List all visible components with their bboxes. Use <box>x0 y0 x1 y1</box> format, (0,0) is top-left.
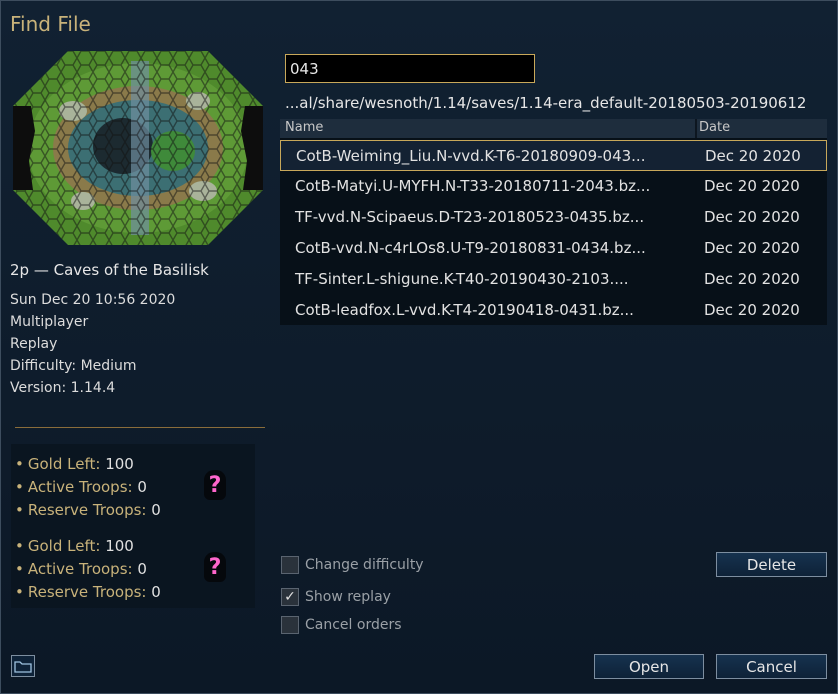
reserve-troops-value: 0 <box>151 501 161 519</box>
file-date: Dec 20 2020 <box>704 239 800 257</box>
file-name: TF-vvd.N-Scipaeus.D-T23-20180523-0435.bz… <box>295 208 645 226</box>
active-troops-value: 0 <box>137 478 147 496</box>
file-name: CotB-vvd.N-c4rLOs8.U-T9-20180831-0434.bz… <box>295 239 646 257</box>
dialog-title: Find File <box>10 12 91 36</box>
file-name: CotB-leadfox.L-vvd.K-T4-20190418-0431.bz… <box>295 301 634 319</box>
active-troops-value: 0 <box>137 560 147 578</box>
cancel-button[interactable]: Cancel <box>716 654 827 679</box>
reserve-troops-label: Reserve Troops: <box>27 583 147 601</box>
file-list-row[interactable]: CotB-vvd.N-c4rLOs8.U-T9-20180831-0434.bz… <box>280 233 827 264</box>
cancel-orders-label: Cancel orders <box>305 617 402 633</box>
divider <box>15 427 265 428</box>
gold-left-label: Gold Left: <box>27 537 101 555</box>
open-folder-button[interactable] <box>11 655 35 677</box>
checkbox-box[interactable] <box>281 556 299 574</box>
file-name: CotB-Matyi.U-MYFH.N-T33-20180711-2043.bz… <box>295 177 651 195</box>
save-info: Sun Dec 20 10:56 2020 Multiplayer Replay… <box>10 289 175 399</box>
change-difficulty-checkbox[interactable]: Change difficulty <box>281 556 424 574</box>
show-replay-checkbox[interactable]: ✓ Show replay <box>281 588 391 606</box>
file-list[interactable]: Name Date CotB-Weiming_Liu.N-vvd.K-T6-20… <box>280 119 827 325</box>
file-list-row[interactable]: CotB-Weiming_Liu.N-vvd.K-T6-20180909-043… <box>280 140 827 171</box>
checkbox-box[interactable] <box>281 616 299 634</box>
file-name: CotB-Weiming_Liu.N-vvd.K-T6-20180909-043… <box>296 147 646 165</box>
list-header: Name Date <box>280 119 827 138</box>
checkmark-icon[interactable]: ✓ <box>281 588 299 606</box>
file-date: Dec 20 2020 <box>704 301 800 319</box>
cancel-orders-checkbox[interactable]: Cancel orders <box>281 616 402 634</box>
find-file-dialog: Find File 2p — Caves of the Basilisk Sun… <box>0 0 838 694</box>
gold-left-label: Gold Left: <box>27 455 101 473</box>
filter-input[interactable] <box>285 54 535 83</box>
file-date: Dec 20 2020 <box>705 147 801 165</box>
file-date: Dec 20 2020 <box>704 208 800 226</box>
file-list-row[interactable]: TF-Sinter.L-shigune.K-T40-20190430-2103.… <box>280 264 827 295</box>
save-date: Sun Dec 20 10:56 2020 <box>10 292 176 308</box>
active-troops-label: Active Troops: <box>27 560 133 578</box>
file-list-row[interactable]: CotB-Matyi.U-MYFH.N-T33-20180711-2043.bz… <box>280 171 827 202</box>
delete-button[interactable]: Delete <box>716 552 827 577</box>
save-difficulty: Difficulty: Medium <box>10 358 137 374</box>
file-date: Dec 20 2020 <box>704 177 800 195</box>
save-version: Version: 1.14.4 <box>10 380 116 396</box>
save-mode: Multiplayer <box>10 314 89 330</box>
file-list-row[interactable]: TF-vvd.N-Scipaeus.D-T23-20180523-0435.bz… <box>280 202 827 233</box>
gold-left-value: 100 <box>105 455 134 473</box>
active-troops-label: Active Troops: <box>27 478 133 496</box>
file-list-row[interactable]: CotB-leadfox.L-vvd.K-T4-20190418-0431.bz… <box>280 295 827 326</box>
side-2: • Gold Left: 100 • Active Troops: 0 • Reser… <box>15 537 161 601</box>
scenario-name: 2p — Caves of the Basilisk <box>10 261 209 279</box>
column-header-name[interactable]: Name <box>285 120 323 135</box>
file-date: Dec 20 2020 <box>704 270 800 288</box>
save-type: Replay <box>10 336 58 352</box>
unknown-leader-icon: ? <box>201 550 229 584</box>
reserve-troops-label: Reserve Troops: <box>27 501 147 519</box>
change-difficulty-label: Change difficulty <box>305 557 424 573</box>
reserve-troops-value: 0 <box>151 583 161 601</box>
gold-left-value: 100 <box>105 537 134 555</box>
column-header-date[interactable]: Date <box>699 120 730 135</box>
map-preview <box>13 51 263 245</box>
open-button[interactable]: Open <box>594 654 704 679</box>
show-replay-label: Show replay <box>305 589 391 605</box>
sides-panel: • Gold Left: 100 • Active Troops: 0 • Reser… <box>11 444 255 608</box>
side-1: • Gold Left: 100 • Active Troops: 0 • Reser… <box>15 455 161 519</box>
unknown-leader-icon: ? <box>201 468 229 502</box>
file-name: TF-Sinter.L-shigune.K-T40-20190430-2103.… <box>295 270 629 288</box>
save-directory-path: ...al/share/wesnoth/1.14/saves/1.14-era_… <box>285 94 807 112</box>
folder-icon <box>14 661 32 673</box>
